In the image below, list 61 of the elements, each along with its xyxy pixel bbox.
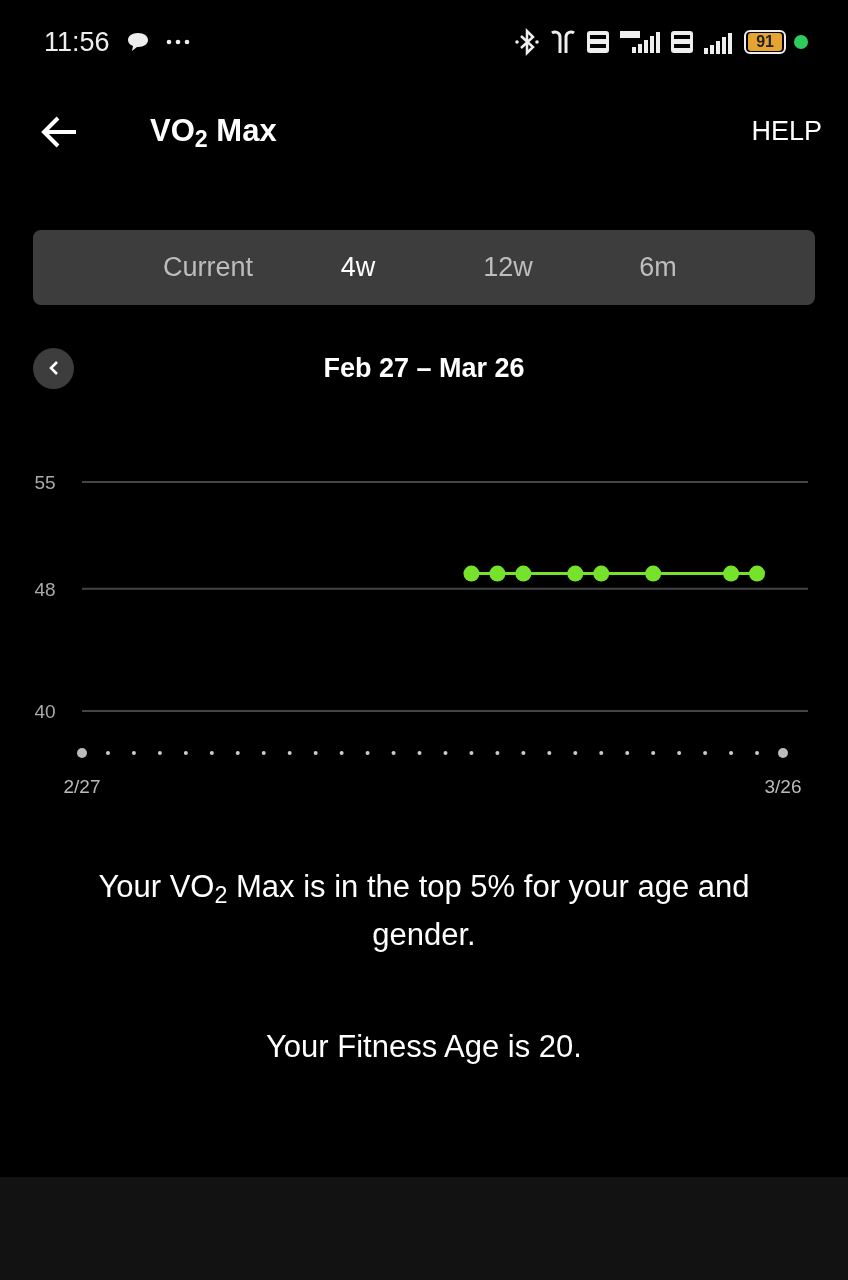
day-dot-icon (209, 751, 214, 755)
day-dot-icon (677, 751, 682, 755)
data-point (593, 565, 610, 582)
day-dot-icon (547, 751, 552, 755)
range-tab[interactable]: 6m (583, 247, 733, 288)
summary-text: Your VO$_{2}$ Max is in the top 5% for your age and gender. (97, 868, 751, 954)
day-dot-icon (651, 751, 656, 755)
screen-title: VO$_{2}$ Max (150, 112, 277, 155)
day-dot-icon (755, 751, 760, 755)
fitness-age-text: Your Fitness Age is 20. (265, 1028, 583, 1066)
day-dot-icon (313, 751, 318, 755)
day-dot-icon (391, 751, 396, 755)
day-dot-icon (157, 751, 162, 755)
day-dot-icon (729, 751, 734, 755)
day-dot-icon (287, 751, 292, 755)
volte-icon (670, 30, 695, 54)
day-dot-icon (625, 751, 630, 755)
day-dot-icon (131, 751, 136, 755)
y-axis-label: 55 (34, 472, 56, 493)
axis-endpoint-icon (778, 748, 788, 758)
x-axis-label: 3/26 (764, 776, 802, 797)
day-dot-icon (235, 751, 240, 755)
axis-endpoint-icon (77, 748, 87, 758)
clock-time: 11:56 (44, 25, 110, 59)
previous-button[interactable] (33, 347, 74, 389)
chevron-left-icon (47, 360, 60, 376)
day-dot-icon (703, 751, 708, 755)
day-dot-icon (339, 751, 344, 755)
data-point (723, 565, 740, 582)
day-dot-icon (573, 751, 578, 755)
more-icon (165, 39, 190, 45)
day-dot-icon (521, 751, 526, 755)
range-tab[interactable]: 4w (283, 247, 433, 288)
data-point (515, 565, 532, 582)
y-axis-label: 48 (34, 578, 56, 600)
status-dot-icon (794, 35, 808, 49)
day-dot-icon (105, 751, 110, 755)
x-axis-label: 2/27 (63, 776, 101, 797)
volte-icon (586, 30, 611, 54)
day-dot-icon (261, 751, 266, 755)
date-range: Feb 27 – Mar 26 (323, 352, 525, 383)
y-axis-label: 40 (34, 701, 56, 722)
day-dot-icon (443, 751, 448, 755)
range-tab[interactable]: 12w (433, 247, 583, 288)
day-dot-icon (495, 751, 500, 755)
data-point (645, 565, 662, 582)
day-dot-icon (469, 751, 474, 755)
data-point (463, 565, 480, 582)
day-dot-icon (417, 751, 422, 755)
data-point (489, 565, 506, 582)
bluetooth-icon (514, 28, 541, 56)
battery-indicator: 91 (744, 30, 786, 54)
help-button[interactable]: HELP (751, 111, 822, 152)
day-dot-icon (365, 751, 370, 755)
day-dot-icon (183, 751, 188, 755)
data-point (749, 565, 766, 582)
range-tab[interactable]: Current (133, 247, 283, 288)
day-dot-icon (599, 751, 604, 755)
data-point (567, 565, 584, 582)
signal-4g-icon (618, 29, 663, 55)
chat-bubble-icon (125, 31, 150, 53)
